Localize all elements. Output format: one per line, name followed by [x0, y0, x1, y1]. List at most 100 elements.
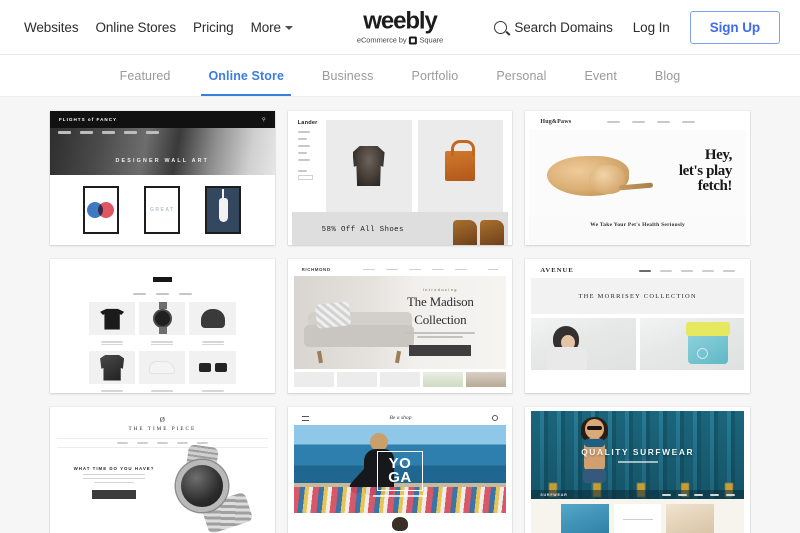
template-card-yoga[interactable]: Be a shop YO GA [287, 407, 513, 533]
tab-event[interactable]: Event [565, 55, 635, 96]
preview-hero: YO GA [293, 425, 507, 513]
preview-header [57, 264, 268, 295]
hamburger-menu-icon [301, 415, 309, 421]
preview-nav: AVENUE [531, 263, 744, 278]
content-cell [561, 504, 609, 533]
template-card-lander[interactable]: Lander 58% Off All Shoes [287, 111, 513, 245]
hero-subtext [372, 495, 427, 497]
tab-blog[interactable]: Blog [636, 55, 699, 96]
preview-product-grid [57, 302, 268, 393]
logo-wordmark: weebly [363, 7, 438, 35]
sidebar-filter [297, 170, 326, 180]
square-logo-icon [409, 36, 418, 45]
template-preview: Be a shop YO GA [293, 411, 507, 533]
template-card-flights-of-fancy[interactable]: FLIGHTS of FANCY ⚲ DESIGNER WALL ART GRE… [50, 111, 275, 245]
preview-nav: Hug&Paws [529, 114, 746, 130]
photo-cell [531, 318, 636, 370]
tab-online-store[interactable]: Online Store [189, 55, 303, 96]
tab-business[interactable]: Business [303, 55, 393, 96]
preview-brand: FLIGHTS of FANCY [59, 117, 118, 122]
monogram-icon: Ø [159, 416, 165, 424]
template-card-hug-and-paws[interactable]: Hug&Paws Hey, let's play fetch! We Take … [525, 111, 750, 245]
hero-title-line-2: Collection [414, 311, 467, 327]
preview-headline: Hey, let's play fetch! [679, 147, 733, 195]
tab-personal[interactable]: Personal [477, 55, 565, 96]
template-card-minimal-shop[interactable] [50, 259, 275, 393]
logo-tagline: eCommerce by Square [356, 35, 443, 45]
nav-link-pricing[interactable]: Pricing [193, 20, 234, 35]
template-card-madison[interactable]: RICHMOND Introducing The Madison Collect… [287, 259, 513, 393]
preview-promo-banner: 58% Off All Shoes [291, 212, 509, 245]
search-domains-button[interactable]: Search Domains [494, 19, 613, 35]
hero-subtext [384, 332, 496, 338]
login-link[interactable]: Log In [633, 20, 670, 35]
preview-nav-links [57, 293, 268, 295]
preview-hero-copy: WHAT TIME DO YOU HAVE? [71, 466, 157, 500]
template-preview: QUALITY SURFWEAR SURFWEAR [531, 411, 744, 533]
product-caption [89, 388, 135, 393]
preview-brand: SURFWEAR [540, 493, 568, 497]
jacket-product-icon [352, 146, 385, 186]
filter-label [297, 170, 307, 172]
sidebar-link [297, 152, 307, 154]
hero-badge: YO GA [376, 451, 423, 491]
shoes-product-icon [453, 220, 505, 245]
product-caption [139, 388, 185, 393]
promo-text: 58% Off All Shoes [321, 226, 404, 234]
signup-button[interactable]: Sign Up [689, 10, 780, 44]
product-cell [417, 120, 504, 212]
preview-bottom-strip [293, 369, 507, 387]
preview-menu [58, 131, 159, 134]
tshirt-product-icon [100, 308, 125, 330]
product-cell [325, 120, 412, 212]
beanie-product-icon [200, 309, 225, 328]
preview-hero: Introducing The Madison Collection [293, 276, 507, 369]
preview-logo [152, 277, 172, 282]
preview-brand: RICHMOND [301, 267, 331, 272]
product-caption [139, 339, 185, 347]
template-card-quality-surfwear[interactable]: QUALITY SURFWEAR SURFWEAR [525, 407, 750, 533]
leather-jacket-product-icon [100, 354, 125, 381]
template-preview: AVENUE THE MORRISEY COLLECTION [531, 263, 744, 393]
preview-hero: WHAT TIME DO YOU HAVE? [57, 444, 268, 533]
template-preview: Ø THE TIME PIECE WHAT TIME DO YOU HAVE? [57, 412, 268, 533]
handbag-photo [686, 322, 731, 364]
headline-line-3: fetch! [697, 178, 733, 195]
weebly-logo[interactable]: weebly eCommerce by Square [356, 7, 443, 45]
preview-hero-copy: Introducing The Madison Collection [384, 288, 496, 356]
product-cell [89, 302, 136, 335]
filter-select [297, 175, 313, 180]
badge-text: YO GA [388, 455, 412, 486]
template-preview: Lander 58% Off All Shoes [291, 114, 509, 245]
preview-search-icon: ⚲ [261, 116, 266, 123]
template-card-avenue[interactable]: AVENUE THE MORRISEY COLLECTION [525, 259, 750, 393]
nav-link-more-label: More [250, 19, 281, 35]
search-icon [492, 415, 499, 421]
preview-brand: THE TIME PIECE [128, 426, 197, 432]
product-cell [139, 351, 186, 384]
preview-nav: SURFWEAR [531, 490, 744, 499]
preview-content-row [531, 499, 744, 533]
preview-collection-band: THE MORRISEY COLLECTION [531, 278, 744, 314]
watch-photo [162, 444, 266, 533]
preview-footer-text: We Take Your Pet's Health Seriously [590, 222, 686, 228]
tab-featured[interactable]: Featured [101, 55, 190, 96]
nav-link-online-stores[interactable]: Online Stores [95, 20, 176, 35]
search-domains-label: Search Domains [514, 19, 613, 35]
preview-brand: Be a shop [389, 415, 412, 421]
template-grid: FLIGHTS of FANCY ⚲ DESIGNER WALL ART GRE… [0, 97, 800, 533]
preview-brand: Hug&Paws [540, 119, 572, 125]
logo-tagline-pre: eCommerce by [356, 35, 407, 45]
sidebar-link [297, 159, 310, 161]
hero-cta-button [409, 344, 472, 356]
tab-portfolio[interactable]: Portfolio [393, 55, 478, 96]
photo-cell [639, 318, 744, 370]
nav-link-websites[interactable]: Websites [24, 20, 79, 35]
category-tabs: Featured Online Store Business Portfolio… [0, 55, 800, 97]
hero-cta-button [92, 490, 136, 500]
product-caption [189, 388, 235, 393]
template-card-time-piece[interactable]: Ø THE TIME PIECE WHAT TIME DO YOU HAVE? [50, 407, 275, 533]
nav-link-more[interactable]: More [251, 20, 293, 35]
sidebar-link [297, 131, 310, 133]
content-cell [666, 504, 715, 533]
